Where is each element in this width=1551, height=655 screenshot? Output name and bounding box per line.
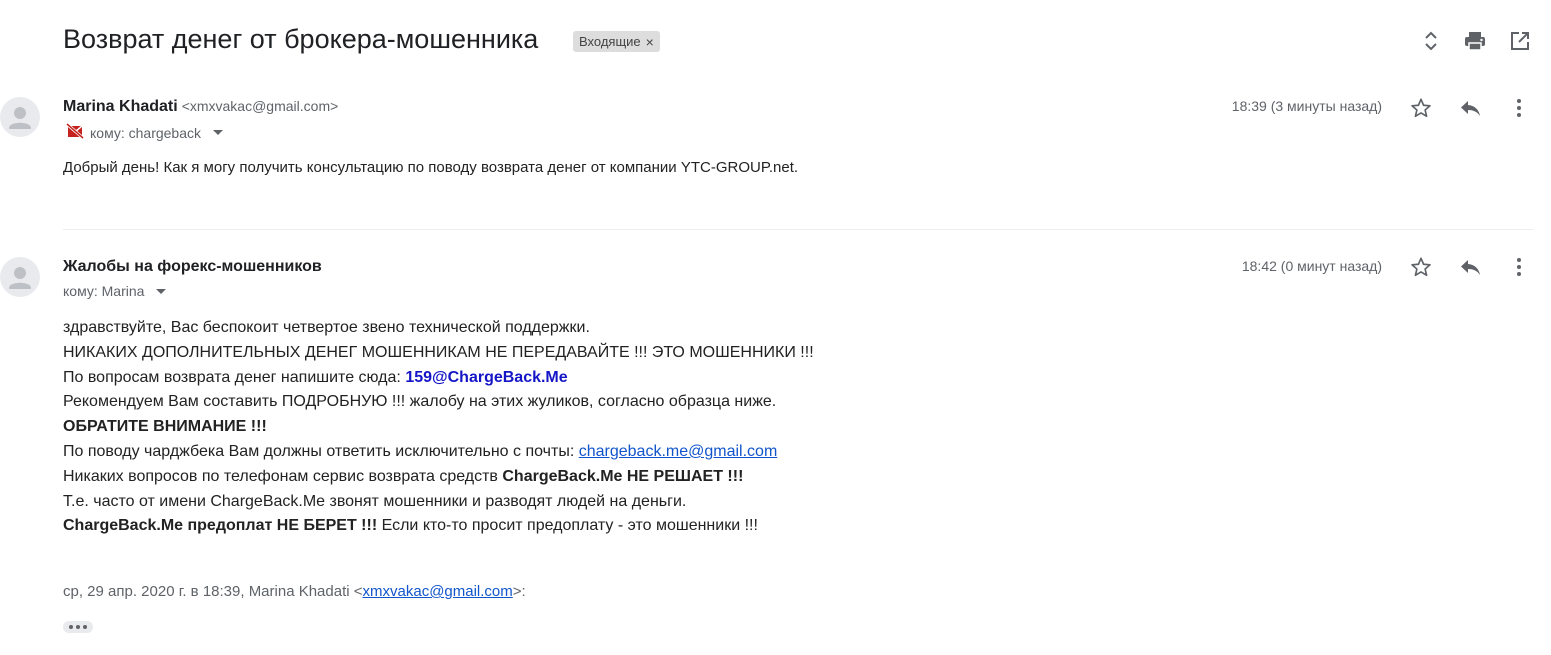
- sender-name[interactable]: Жалобы на форекс-мошенников: [63, 258, 322, 276]
- sender-name[interactable]: Marina Khadati: [63, 98, 178, 115]
- body-line: НИКАКИХ ДОПОЛНИТЕЛЬНЫХ ДЕНЕГ МОШЕННИКАМ …: [63, 343, 814, 361]
- support-email: 159@ChargeBack.Me: [405, 368, 568, 386]
- label-chip-inbox[interactable]: Входящие ×: [573, 31, 660, 52]
- body-line: ОБРАТИТЕ ВНИМАНИЕ !!!: [63, 418, 267, 436]
- star-icon[interactable]: [1407, 94, 1435, 122]
- quote-prefix: ср, 29 апр. 2020 г. в 18:39, Marina Khad…: [63, 583, 363, 600]
- message-time: 18:39 (3 минуты назад): [1231, 98, 1382, 114]
- body-line: ChargeBack.Me предоплат НЕ БЕРЕТ !!! Есл…: [63, 514, 814, 539]
- dot: [83, 625, 87, 629]
- body-text: По поводу чарджбека Вам должны ответить …: [63, 442, 579, 460]
- body-line: Никаких вопросов по телефонам сервис воз…: [63, 465, 814, 490]
- remove-label-button[interactable]: ×: [646, 34, 654, 50]
- not-encrypted-icon: [66, 122, 84, 142]
- print-icon[interactable]: [1463, 29, 1487, 53]
- reply-icon[interactable]: [1456, 94, 1484, 122]
- more-options-icon[interactable]: [1505, 94, 1533, 122]
- body-text: Никаких вопросов по телефонам сервис воз…: [63, 467, 503, 485]
- chargeback-email-link[interactable]: chargeback.me@gmail.com: [579, 443, 778, 460]
- body-text: Если кто-то просит предоплату - это моше…: [377, 517, 758, 535]
- quote-attribution: ср, 29 апр. 2020 г. в 18:39, Marina Khad…: [63, 583, 526, 600]
- quote-suffix: >:: [512, 583, 526, 600]
- body-line: здравствуйте, Вас беспокоит четвертое зв…: [63, 319, 590, 336]
- reply-icon[interactable]: [1456, 253, 1484, 281]
- dot: [76, 625, 80, 629]
- body-line: Т.е. часто от имени ChargeBack.Me звонят…: [63, 492, 687, 510]
- body-line: Рекомендуем Вам составить ПОДРОБНУЮ !!! …: [63, 393, 777, 411]
- label-chip-text: Входящие: [579, 34, 641, 49]
- recipient-text: кому: chargeback: [90, 124, 202, 141]
- show-details-chevron-icon[interactable]: [213, 130, 224, 135]
- more-options-icon[interactable]: [1505, 253, 1533, 281]
- message-time: 18:42 (0 минут назад): [1241, 258, 1382, 274]
- dot: [69, 625, 73, 629]
- message-body: здравствуйте, Вас беспокоит четвертое зв…: [63, 316, 814, 539]
- body-bold-text: ChargeBack.Me НЕ РЕШАЕТ !!!: [502, 467, 744, 485]
- avatar[interactable]: [0, 257, 40, 297]
- body-line: По вопросам возврата денег напишите сюда…: [63, 366, 814, 391]
- message-divider: [63, 229, 1533, 230]
- message-body: Добрый день! Как я могу получить консуль…: [63, 159, 799, 176]
- thread-subject: Возврат денег от брокера-мошенника: [63, 24, 539, 54]
- quote-email-link[interactable]: xmxvakac@gmail.com: [363, 583, 513, 600]
- avatar[interactable]: [0, 97, 40, 137]
- body-line: По поводу чарджбека Вам должны ответить …: [63, 440, 814, 465]
- body-bold-text: ChargeBack.Me предоплат НЕ БЕРЕТ !!!: [63, 517, 378, 535]
- show-details-chevron-icon[interactable]: [156, 288, 167, 294]
- open-new-window-icon[interactable]: [1508, 29, 1532, 53]
- recipient-text: кому: Marina: [63, 283, 145, 299]
- sender-line: Marina Khadati <xmxvakac@gmail.com>: [63, 98, 338, 116]
- body-text: По вопросам возврата денег напишите сюда…: [63, 368, 406, 386]
- sender-email[interactable]: <xmxvakac@gmail.com>: [182, 98, 339, 114]
- star-icon[interactable]: [1407, 253, 1435, 281]
- recipient-line: кому: Marina: [63, 283, 167, 299]
- recipient-line: кому: chargeback: [66, 122, 224, 142]
- expand-collapse-icon[interactable]: [1419, 29, 1443, 53]
- show-trimmed-content-button[interactable]: [63, 621, 93, 633]
